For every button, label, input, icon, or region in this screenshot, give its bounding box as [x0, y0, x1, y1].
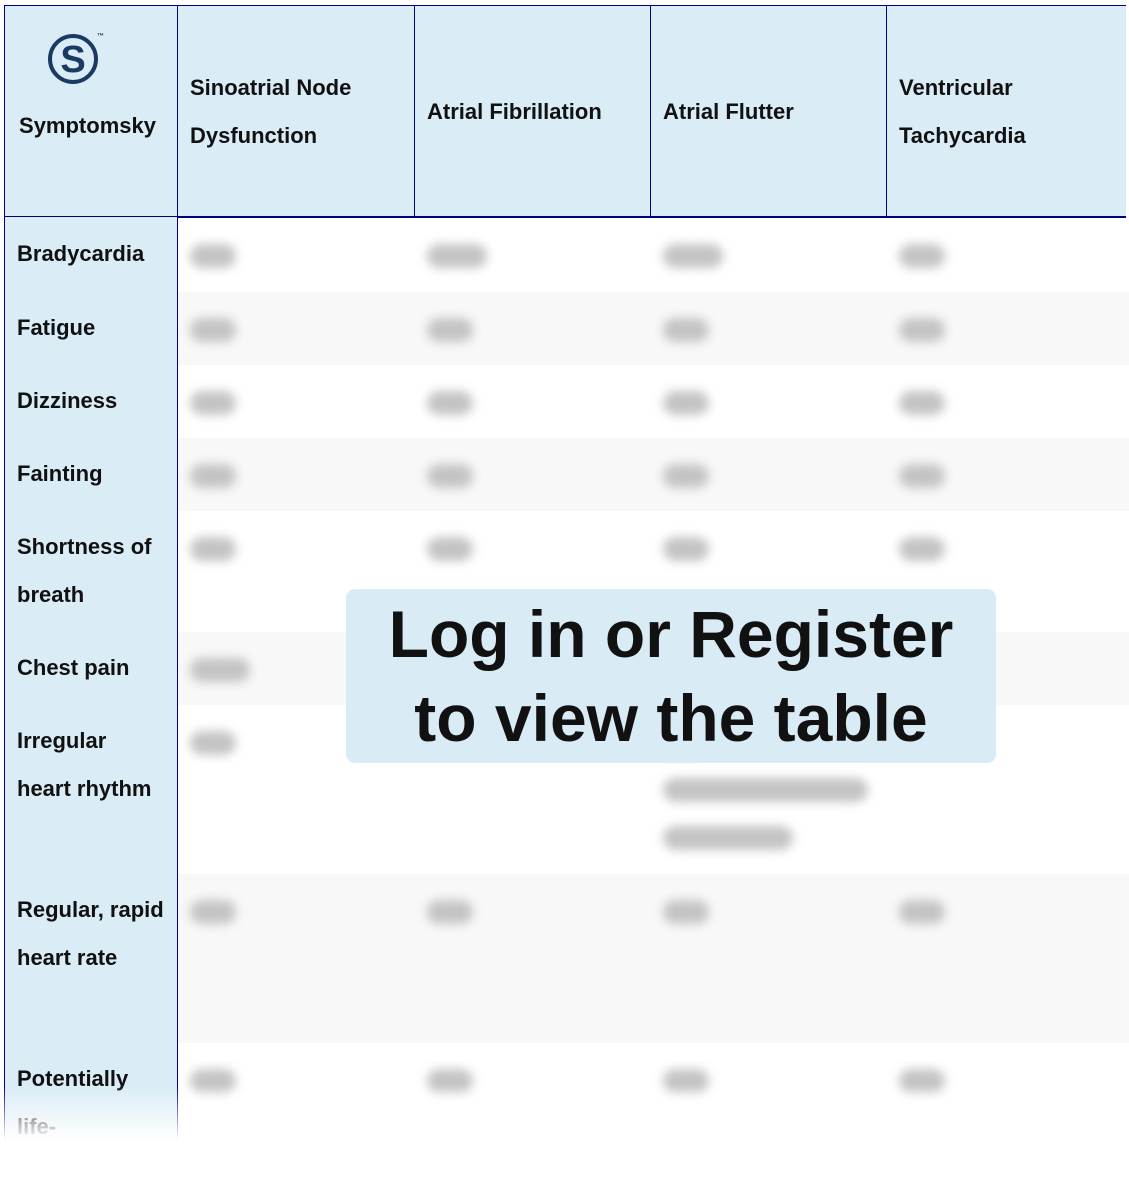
blurred-cell-value — [663, 778, 868, 802]
blurred-cell-value — [663, 900, 709, 924]
row-label: Irregular heart rhythm — [4, 704, 178, 874]
column-header-label: Sinoatrial Node Dysfunction — [190, 74, 352, 148]
row-label: Fainting — [4, 437, 178, 511]
blurred-cell-value — [899, 391, 945, 415]
table-row — [178, 365, 1129, 438]
blurred-cell-value — [899, 464, 945, 488]
blurred-cell-value — [663, 826, 793, 850]
blurred-cell-value — [190, 318, 236, 342]
column-header: Sinoatrial Node Dysfunction — [177, 5, 415, 217]
table-row — [178, 218, 1129, 292]
blurred-cell-value — [427, 900, 473, 924]
overlay-line-1[interactable]: Log in or Register — [346, 592, 996, 676]
blurred-cell-value — [190, 464, 236, 488]
overlay-line-2[interactable]: to view the table — [346, 676, 996, 760]
blurred-cell-value — [663, 464, 709, 488]
blurred-cell-value — [427, 391, 473, 415]
login-register-overlay[interactable]: Log in or Register to view the table — [346, 589, 996, 763]
column-header: Ventricular Tachycardia — [886, 5, 1126, 217]
row-label: Chest pain — [4, 631, 178, 705]
row-label: Bradycardia — [4, 217, 178, 292]
blurred-cell-value — [663, 318, 709, 342]
column-header: Atrial Fibrillation — [414, 5, 651, 217]
column-header: Atrial Flutter — [650, 5, 887, 217]
column-header-label: Atrial Fibrillation — [427, 98, 602, 124]
row-label: Fatigue — [4, 291, 178, 365]
column-header-label: Ventricular Tachycardia — [899, 74, 1026, 148]
row-label: Dizziness — [4, 364, 178, 438]
blurred-cell-value — [190, 658, 250, 682]
symptomsky-logo-icon: S ™ — [47, 33, 104, 84]
blurred-cell-value — [190, 900, 236, 924]
svg-text:™: ™ — [97, 33, 104, 40]
header-brand-cell: S ™ Symptomsky — [4, 5, 178, 217]
blurred-cell-value — [427, 244, 487, 268]
blurred-cell-value — [190, 731, 236, 755]
blurred-cell-value — [663, 537, 709, 561]
blurred-cell-value — [899, 537, 945, 561]
column-header-label: Atrial Flutter — [663, 98, 794, 124]
blurred-cell-value — [899, 244, 945, 268]
blurred-cell-value — [190, 537, 236, 561]
row-label: Regular, rapid heart rate — [4, 873, 178, 1043]
table-row — [178, 292, 1129, 365]
blurred-cell-value — [663, 244, 723, 268]
blurred-cell-value — [190, 391, 236, 415]
blurred-cell-value — [427, 537, 473, 561]
bottom-fade — [0, 1085, 1129, 1178]
blurred-cell-value — [899, 900, 945, 924]
table-row — [178, 874, 1129, 1043]
blurred-cell-value — [663, 391, 709, 415]
blurred-cell-value — [427, 318, 473, 342]
table-row — [178, 438, 1129, 511]
brand-name: Symptomsky — [19, 113, 156, 138]
row-label: Shortness of breath — [4, 510, 178, 632]
svg-text:S: S — [60, 39, 85, 81]
blurred-cell-value — [190, 244, 236, 268]
blurred-cell-value — [427, 464, 473, 488]
blurred-cell-value — [899, 318, 945, 342]
